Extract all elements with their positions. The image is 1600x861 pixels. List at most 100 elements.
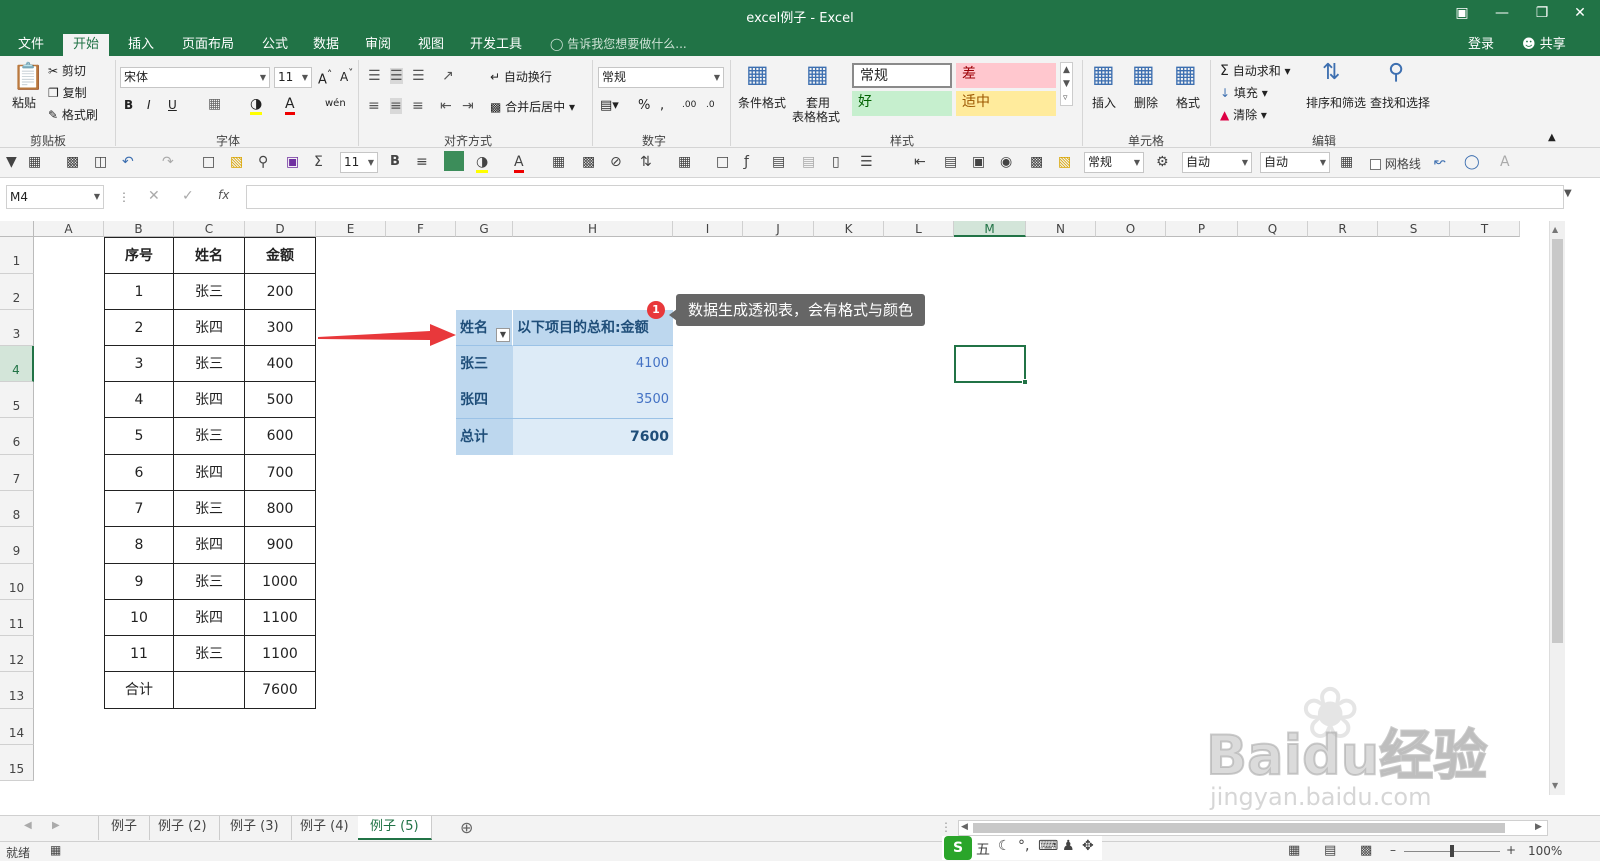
row-header[interactable]: 9: [0, 527, 34, 564]
cut-button[interactable]: ✂ 剪切: [48, 62, 86, 79]
sheet-tab[interactable]: 例子 (2): [146, 816, 220, 840]
worksheet[interactable]: ABCDEFGHIJKLMNOPQRST 1 2 3 4 5 6 7 8 9 10 11 12 13 14…: [0, 221, 1600, 815]
column-header[interactable]: R: [1308, 221, 1378, 237]
column-header[interactable]: D: [245, 221, 316, 237]
style-bad[interactable]: 差: [956, 63, 1056, 88]
row-header[interactable]: 5: [0, 382, 34, 418]
comma-icon[interactable]: ,: [660, 98, 664, 113]
page-layout-view-icon[interactable]: ▤: [1324, 843, 1336, 858]
page-break-view-icon[interactable]: ▩: [1360, 843, 1372, 858]
phonetic-icon[interactable]: wén: [325, 98, 346, 109]
style-neutral[interactable]: 适中: [956, 91, 1056, 116]
close-button[interactable]: ✕: [1560, 2, 1600, 26]
qat-sort-icon[interactable]: ⇅: [640, 154, 652, 170]
sheet-tab[interactable]: 例子 (3): [218, 816, 292, 840]
style-normal[interactable]: 常规: [852, 63, 952, 88]
qat-number-format-combo[interactable]: 常规 ▼: [1084, 152, 1144, 173]
zoom-out-icon[interactable]: –: [1390, 843, 1396, 857]
paste-button[interactable]: 粘贴: [12, 94, 36, 111]
tab-page-layout[interactable]: 页面布局: [172, 34, 244, 56]
undo-icon[interactable]: ↶: [122, 154, 134, 170]
number-format-combo[interactable]: 常规 ▼: [598, 67, 724, 88]
italic-button[interactable]: I: [147, 98, 151, 112]
qat-auto-combo-2[interactable]: 自动 ▼: [1260, 152, 1330, 173]
scroll-up-icon[interactable]: ▲: [1552, 225, 1558, 234]
column-header[interactable]: H: [513, 221, 673, 237]
ribbon-display-icon[interactable]: ▣: [1442, 2, 1482, 26]
currency-icon[interactable]: ▤▾: [600, 98, 619, 113]
qat-freeze-icon[interactable]: ▦: [1340, 154, 1353, 170]
tab-data[interactable]: 数据: [303, 34, 349, 56]
qat-folder-icon[interactable]: ▧: [1058, 154, 1071, 170]
column-header[interactable]: J: [743, 221, 814, 237]
zoom-level[interactable]: 100%: [1528, 844, 1562, 858]
qat-fill-swatch[interactable]: [444, 151, 464, 171]
delete-cells-icon[interactable]: ▦: [1132, 60, 1155, 88]
conditional-format-icon[interactable]: ▦: [746, 60, 769, 88]
font-size-combo[interactable]: 11 ▼: [274, 67, 312, 88]
row-header[interactable]: 10: [0, 564, 34, 600]
sort-filter-button[interactable]: 排序和筛选: [1306, 94, 1366, 111]
row-header[interactable]: 15: [0, 745, 34, 781]
share-button[interactable]: ☻ 共享: [1512, 34, 1576, 56]
tab-home[interactable]: 开始: [63, 34, 110, 56]
column-header[interactable]: B: [104, 221, 174, 237]
qat-panes-icon[interactable]: ▣: [972, 154, 985, 170]
fill-button[interactable]: ↓ 填充 ▾: [1220, 84, 1268, 101]
horizontal-scrollbar[interactable]: ◀ ▶: [958, 820, 1548, 836]
table-format-line2[interactable]: 表格格式: [792, 108, 840, 125]
qat-shape-icon[interactable]: ◯: [1464, 154, 1480, 170]
refresh-icon[interactable]: ◫: [94, 154, 107, 170]
qat-font-size-combo[interactable]: 11 ▼: [340, 152, 378, 173]
qat-auto-combo-1[interactable]: 自动 ▼: [1182, 152, 1252, 173]
macro-record-icon[interactable]: ▦: [50, 843, 61, 857]
horizontal-scroll-thumb[interactable]: [973, 823, 1505, 833]
decrease-indent-icon[interactable]: ⇤: [440, 98, 452, 114]
column-header[interactable]: O: [1096, 221, 1166, 237]
bold-button[interactable]: B: [124, 98, 133, 112]
sort-filter-icon[interactable]: ⇅: [1322, 60, 1340, 85]
autosum-button[interactable]: Σ 自动求和 ▾: [1220, 62, 1291, 79]
table-format-icon[interactable]: ▦: [806, 60, 829, 88]
qat-fill-color-icon[interactable]: ◑: [476, 154, 489, 173]
pivot-row-value[interactable]: 3500: [513, 382, 673, 418]
qat-align-icon[interactable]: ≡: [416, 154, 428, 170]
qat-function-icon[interactable]: ƒ: [744, 154, 749, 170]
normal-view-icon[interactable]: ▦: [1288, 843, 1300, 858]
row-header[interactable]: 13: [0, 672, 34, 709]
qat-font-color-icon[interactable]: A: [514, 154, 524, 173]
column-header[interactable]: G: [456, 221, 513, 237]
restore-button[interactable]: ❐: [1522, 2, 1562, 26]
underline-button[interactable]: U: [168, 98, 177, 112]
ime-toolbar[interactable]: S 五 ☾ °, ⌨ ♟ ✥: [942, 836, 1102, 860]
increase-indent-icon[interactable]: ⇥: [462, 98, 474, 114]
qat-frame-icon[interactable]: □: [716, 154, 729, 170]
tab-view[interactable]: 视图: [408, 34, 454, 56]
tabs-splitter-icon[interactable]: ⋮: [940, 820, 952, 834]
scroll-down-icon[interactable]: ▼: [1552, 781, 1558, 790]
tab-insert[interactable]: 插入: [118, 34, 164, 56]
row-header[interactable]: 11: [0, 600, 34, 636]
name-box[interactable]: M4 ▼: [6, 185, 104, 209]
column-header[interactable]: L: [884, 221, 954, 237]
add-sheet-icon[interactable]: ⊕: [460, 818, 473, 837]
print-preview-icon[interactable]: ⚲: [258, 154, 268, 170]
decrease-decimal-icon[interactable]: .0: [706, 100, 715, 110]
fill-handle[interactable]: [1022, 379, 1028, 385]
column-header[interactable]: P: [1166, 221, 1238, 237]
qat-rows-icon[interactable]: ☰: [860, 154, 873, 170]
column-header[interactable]: M: [954, 221, 1026, 237]
borders-icon[interactable]: ▦: [208, 96, 221, 112]
formula-input[interactable]: [246, 185, 1564, 209]
gridlines-toggle[interactable]: 网格线: [1370, 155, 1421, 172]
cancel-icon[interactable]: ✕: [148, 188, 160, 204]
sum-icon[interactable]: Σ: [314, 154, 323, 170]
collapse-ribbon-icon[interactable]: ▲: [1548, 132, 1556, 143]
qat-window-icon[interactable]: ▤: [944, 154, 957, 170]
active-cell[interactable]: [954, 345, 1026, 383]
fill-color-icon[interactable]: ◑: [250, 96, 263, 115]
qat-indent-icon[interactable]: ⇤: [914, 154, 926, 170]
zoom-in-icon[interactable]: +: [1506, 843, 1516, 857]
merge-center-button[interactable]: ▩ 合并后居中 ▾: [490, 98, 575, 115]
pivot-row-label[interactable]: 张四: [456, 382, 513, 418]
